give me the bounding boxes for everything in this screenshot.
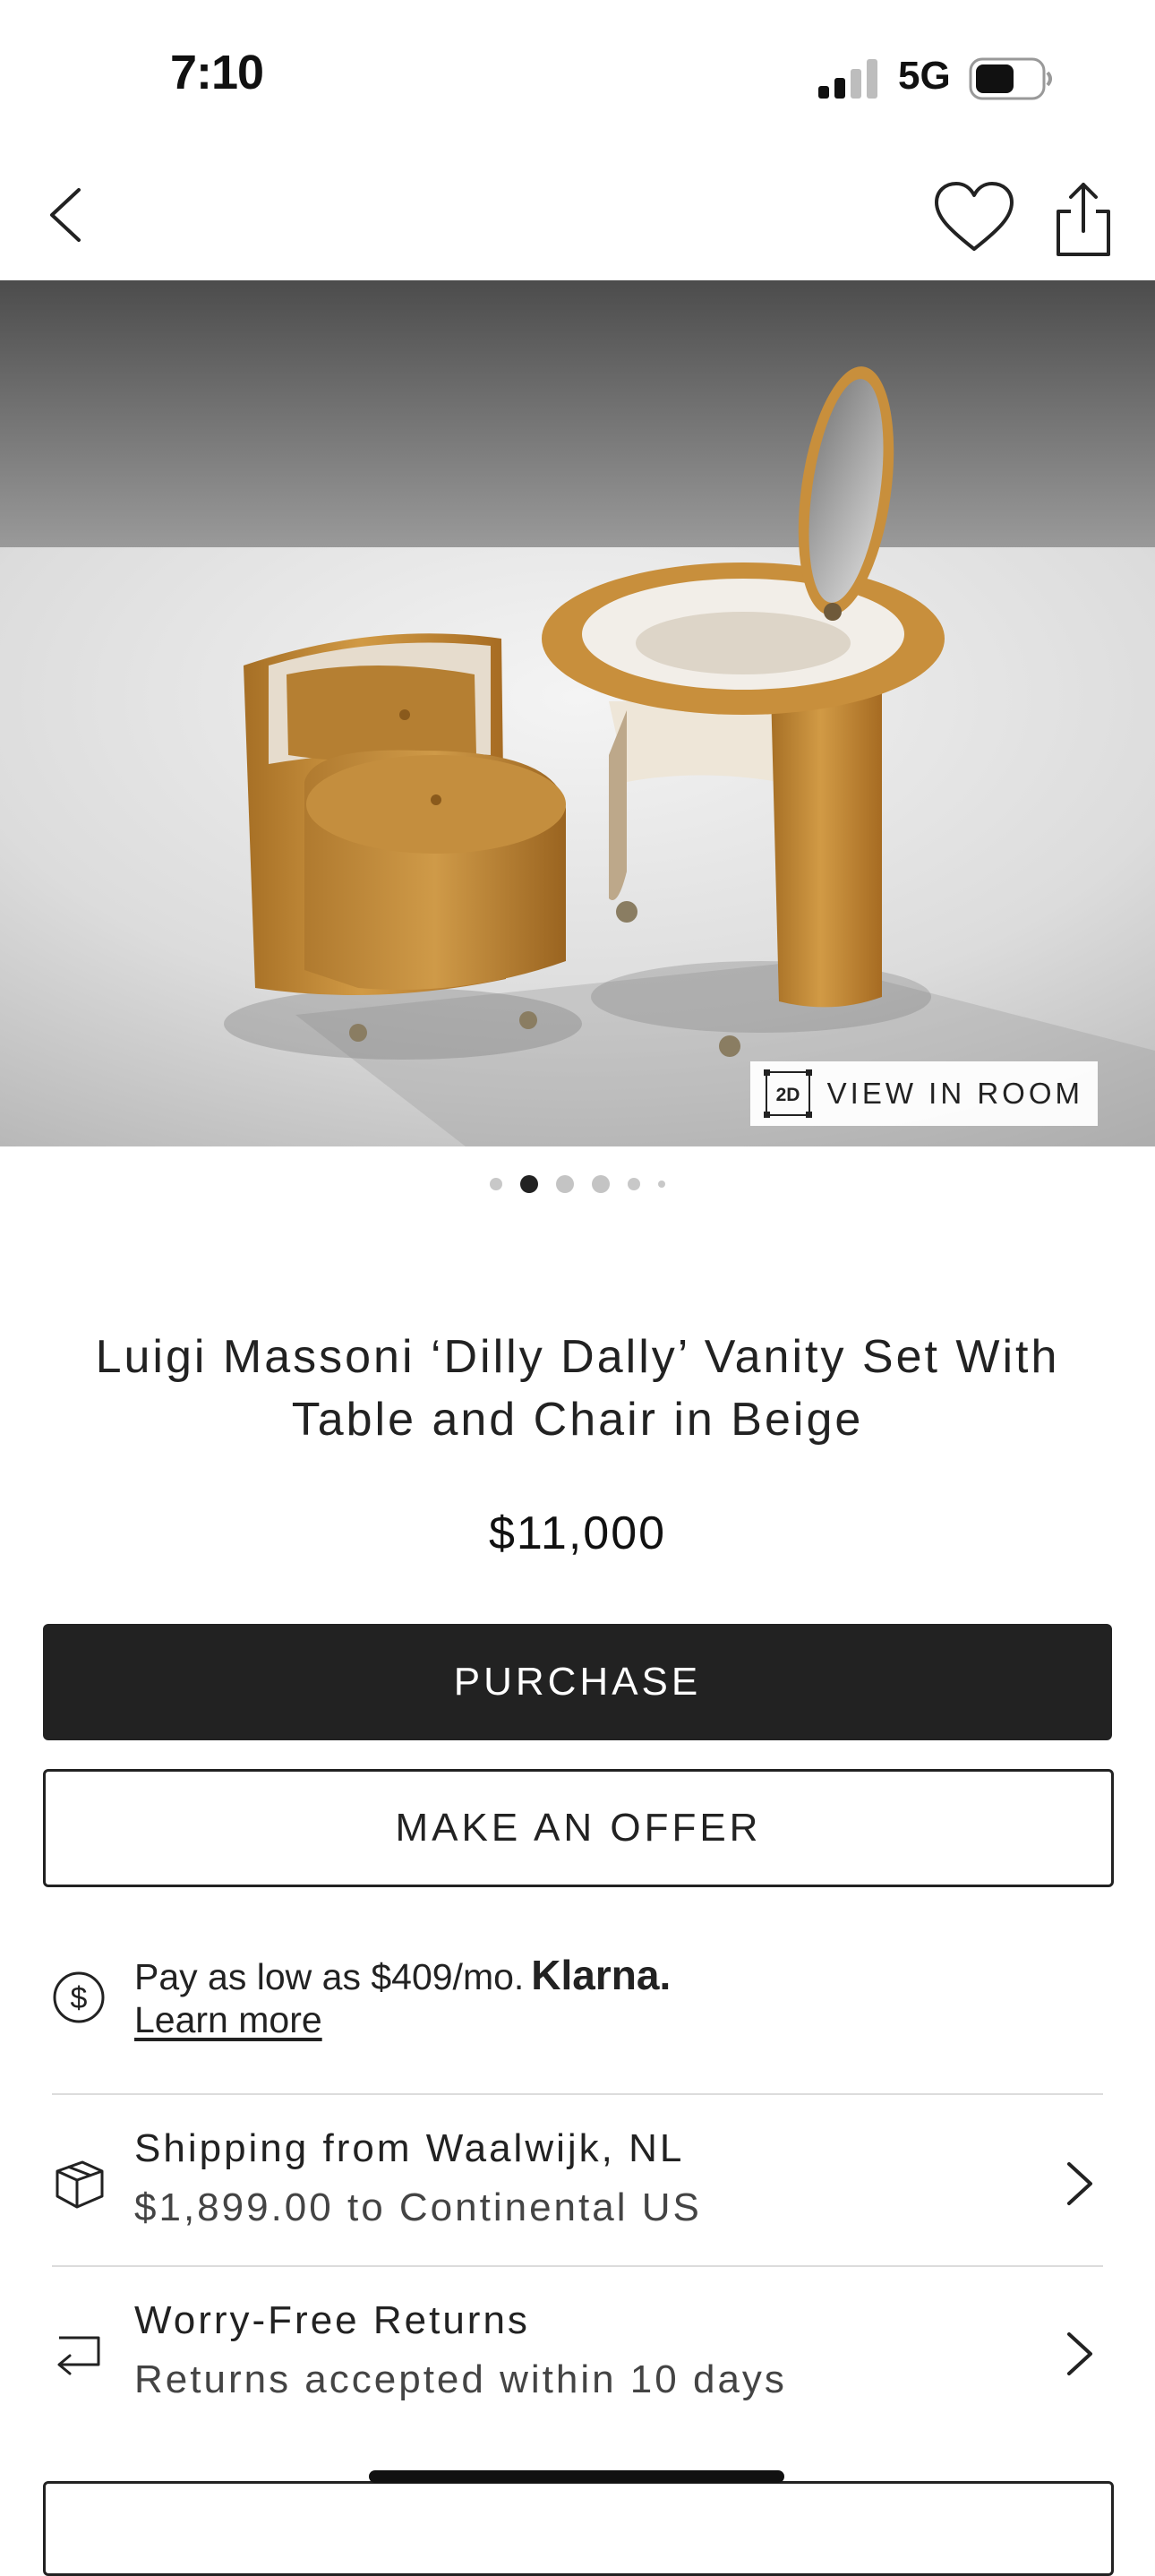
carousel-dot[interactable] bbox=[592, 1175, 610, 1193]
status-time: 7:10 bbox=[170, 46, 264, 99]
shipping-row[interactable] bbox=[0, 2096, 1155, 2266]
carousel-indicator[interactable] bbox=[0, 1175, 1155, 1193]
klarna-financing-text: Pay as low as $409/mo. Klarna. bbox=[134, 1951, 671, 1999]
returns-row[interactable] bbox=[0, 2268, 1155, 2438]
product-price: $11,000 bbox=[488, 1507, 667, 1559]
chevron-right-icon bbox=[1067, 2162, 1092, 2205]
heart-icon bbox=[935, 182, 1014, 251]
carousel-dot[interactable] bbox=[628, 1178, 640, 1190]
product-title: Luigi Massoni ‘Dilly Dally’ Vanity Set W… bbox=[95, 1331, 1060, 1446]
partial-button[interactable] bbox=[43, 2481, 1114, 2576]
klarna-price-text: Pay as low as $409/mo. bbox=[134, 1956, 525, 1997]
favorite-button[interactable] bbox=[931, 179, 1017, 256]
cellular-signal-icon bbox=[818, 59, 877, 99]
carousel-dot[interactable] bbox=[490, 1178, 502, 1190]
back-button[interactable] bbox=[36, 179, 98, 251]
divider bbox=[52, 2265, 1103, 2267]
shipping-cost: $1,899.00 to Continental US bbox=[134, 2185, 702, 2229]
share-icon bbox=[1057, 183, 1110, 256]
product-image[interactable] bbox=[0, 280, 1155, 1146]
dollar-circle-icon: $ bbox=[53, 1971, 105, 2023]
returns-policy: Returns accepted within 10 days bbox=[134, 2357, 787, 2401]
divider bbox=[52, 2093, 1103, 2095]
returns-title: Worry-Free Returns bbox=[134, 2298, 530, 2342]
2d-view-icon: 2D bbox=[763, 1069, 812, 1118]
purchase-button[interactable]: PURCHASE bbox=[43, 1624, 1112, 1740]
learn-more-link[interactable]: Learn more bbox=[134, 1999, 322, 2041]
home-indicator bbox=[369, 2470, 784, 2483]
chevron-left-icon bbox=[50, 188, 81, 242]
klarna-logo: Klarna. bbox=[531, 1952, 672, 1998]
view-in-room-label: VIEW IN ROOM bbox=[826, 1077, 1083, 1110]
package-icon bbox=[56, 2160, 104, 2209]
carousel-dot[interactable] bbox=[658, 1181, 665, 1188]
svg-text:$: $ bbox=[71, 1981, 88, 2015]
share-button[interactable] bbox=[1048, 179, 1119, 260]
battery-icon bbox=[969, 57, 1052, 100]
chevron-right-icon bbox=[1067, 2332, 1092, 2375]
carousel-dot[interactable] bbox=[556, 1175, 574, 1193]
2d-view-label: 2D bbox=[775, 1085, 800, 1105]
network-type: 5G bbox=[898, 54, 951, 98]
view-in-room-button[interactable]: 2D VIEW IN ROOM bbox=[749, 1061, 1098, 1126]
carousel-dot-active[interactable] bbox=[520, 1175, 538, 1193]
make-offer-button[interactable]: MAKE AN OFFER bbox=[43, 1769, 1114, 1887]
return-arrow-icon bbox=[57, 2336, 100, 2375]
shipping-origin: Shipping from Waalwijk, NL bbox=[134, 2126, 685, 2170]
